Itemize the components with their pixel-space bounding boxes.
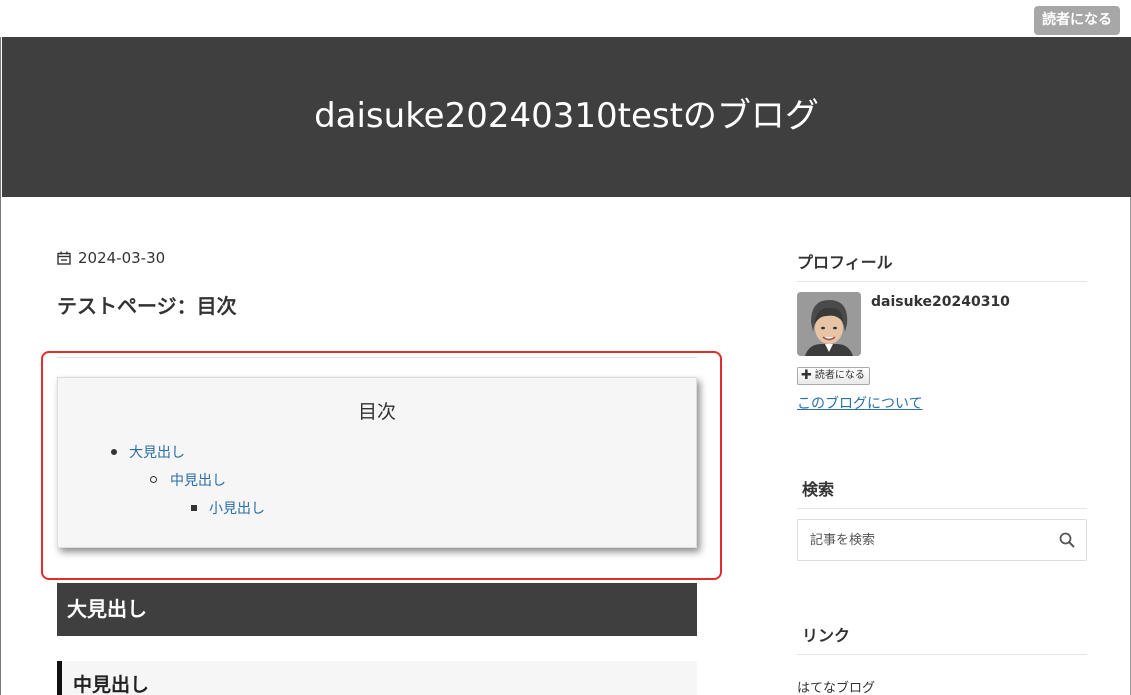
- search-icon[interactable]: [1058, 531, 1076, 549]
- about-blog-link[interactable]: このブログについて: [797, 393, 923, 413]
- highlight-annotation: [41, 351, 722, 580]
- entry-date: 2024-03-30: [57, 249, 165, 267]
- links-heading: リンク: [797, 622, 1087, 655]
- sidebar-subscribe-button[interactable]: ✚ 読者になる: [797, 367, 870, 385]
- entry-date-text[interactable]: 2024-03-30: [78, 249, 165, 267]
- entry-title[interactable]: テストページ：目次: [57, 290, 237, 319]
- avatar[interactable]: [797, 292, 861, 356]
- sidebar-link-hatena[interactable]: はてなブログ: [797, 677, 875, 695]
- profile-heading: プロフィール: [797, 249, 1087, 282]
- sidebar-subscribe-label: 読者になる: [814, 370, 865, 381]
- blog-title[interactable]: daisuke20240310testのブログ: [2, 96, 1131, 136]
- heading-large: 大見出し: [57, 583, 697, 636]
- top-bar: 読者になる: [0, 0, 1131, 37]
- avatar-image: [797, 292, 861, 356]
- calendar-icon: [57, 251, 71, 265]
- blog-header: daisuke20240310testのブログ: [2, 37, 1131, 197]
- search-form: [797, 519, 1087, 561]
- subscribe-button[interactable]: 読者になる: [1034, 6, 1120, 35]
- profile-name[interactable]: daisuke20240310: [871, 294, 1010, 310]
- plus-icon: ✚: [801, 368, 812, 383]
- heading-mid: 中見出し: [57, 661, 697, 695]
- search-input[interactable]: [798, 520, 1048, 560]
- search-heading: 検索: [797, 476, 1087, 509]
